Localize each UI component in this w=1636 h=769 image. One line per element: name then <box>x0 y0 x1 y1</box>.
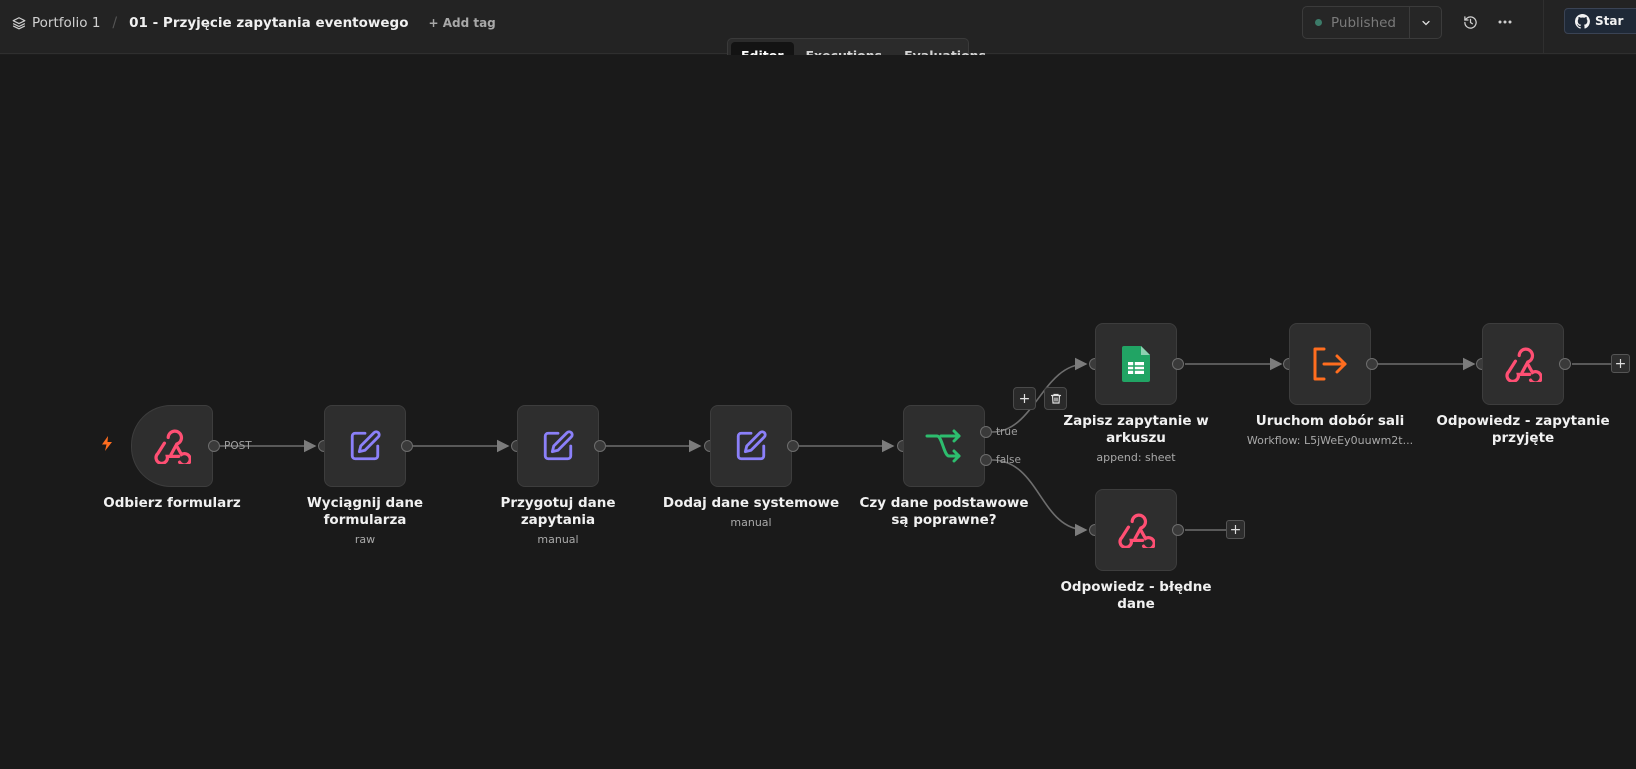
node-label: Uruchom dobór sali <box>1255 413 1405 429</box>
node-subtitle: raw <box>354 533 376 546</box>
node-subtitle: append: sheet <box>1096 451 1176 464</box>
node-label: Odbierz formularz <box>103 495 241 511</box>
output-port[interactable] <box>1172 358 1184 370</box>
output-port[interactable] <box>787 440 799 452</box>
webhook-icon <box>1505 347 1542 382</box>
node-label: Wyciągnij dane formularza <box>306 495 424 528</box>
workflow-canvas[interactable] <box>0 55 1636 769</box>
node-label: Przygotuj dane zapytania <box>500 495 616 528</box>
trigger-bolt-icon <box>101 436 113 455</box>
publish-button[interactable]: Published <box>1303 7 1409 38</box>
node-subtitle: manual <box>537 533 579 546</box>
add-node-on-connection-button[interactable]: + <box>1013 387 1036 410</box>
header-divider <box>1543 0 1544 54</box>
status-dot <box>1315 19 1322 26</box>
ellipsis-icon <box>1498 20 1512 24</box>
node-subtitle: manual <box>730 516 772 529</box>
breadcrumb: Portfolio 1 / 01 - Przyjęcie zapytania e… <box>12 13 496 33</box>
edge-label-false: false <box>996 454 1021 466</box>
output-port[interactable] <box>208 440 220 452</box>
edit-icon <box>736 430 767 461</box>
node-wyciagnij-dane[interactable] <box>324 405 406 487</box>
add-tag-button[interactable]: + Add tag <box>428 16 495 30</box>
node-label: Dodaj dane systemowe <box>662 495 840 511</box>
layers-icon <box>12 16 26 30</box>
history-button[interactable] <box>1459 12 1481 32</box>
node-subtitle: Workflow: L5jWeEy0uuwm2t... <box>1246 434 1414 447</box>
execute-workflow-icon <box>1313 347 1347 381</box>
node-odbierz-formularz[interactable] <box>131 405 213 487</box>
breadcrumb-separator: / <box>112 15 118 31</box>
output-port-true[interactable] <box>980 426 992 438</box>
more-options-button[interactable] <box>1494 12 1516 32</box>
node-label: Odpowiedz - zapytanie przyjęte <box>1436 413 1610 446</box>
google-sheets-icon <box>1122 346 1150 382</box>
chevron-down-icon <box>1421 20 1430 25</box>
node-odpowiedz-bledne-dane[interactable] <box>1095 489 1177 571</box>
output-port-false[interactable] <box>980 454 992 466</box>
webhook-icon <box>1118 513 1155 548</box>
star-label: Star <box>1595 14 1624 28</box>
output-port[interactable] <box>401 440 413 452</box>
node-label: Odpowiedz - błędne dane <box>1060 579 1212 612</box>
workflow-title[interactable]: 01 - Przyjęcie zapytania eventowego <box>129 15 408 31</box>
node-label: Zapisz zapytanie w arkuszu <box>1063 413 1209 446</box>
edit-icon <box>350 430 381 461</box>
webhook-icon <box>154 429 191 464</box>
history-icon <box>1463 15 1477 29</box>
trash-icon <box>1050 393 1061 404</box>
publish-menu-button[interactable] <box>1409 7 1441 38</box>
output-port[interactable] <box>1366 358 1378 370</box>
publish-control: Published <box>1302 6 1442 39</box>
output-port[interactable] <box>1172 524 1184 536</box>
github-star-button[interactable]: Star <box>1564 8 1636 34</box>
node-uruchom-dobor-sali[interactable] <box>1289 323 1371 405</box>
node-label: Czy dane podstawowe są poprawne? <box>859 495 1029 528</box>
add-next-node-button[interactable]: + <box>1226 520 1245 539</box>
project-link[interactable]: Portfolio 1 <box>32 15 100 31</box>
if-icon <box>925 429 961 463</box>
node-odpowiedz-przyjete[interactable] <box>1482 323 1564 405</box>
output-port[interactable] <box>1559 358 1571 370</box>
output-port[interactable] <box>594 440 606 452</box>
delete-connection-button[interactable] <box>1044 387 1067 410</box>
publish-status: Published <box>1331 14 1396 31</box>
edge-label-post: POST <box>224 440 252 452</box>
node-zapisz-zapytanie[interactable] <box>1095 323 1177 405</box>
node-przygotuj-dane[interactable] <box>517 405 599 487</box>
add-next-node-button[interactable]: + <box>1611 354 1630 373</box>
edge-label-true: true <box>996 426 1018 438</box>
edit-icon <box>543 430 574 461</box>
github-icon <box>1575 13 1590 29</box>
node-czy-dane-poprawne[interactable] <box>903 405 985 487</box>
node-dodaj-dane-systemowe[interactable] <box>710 405 792 487</box>
